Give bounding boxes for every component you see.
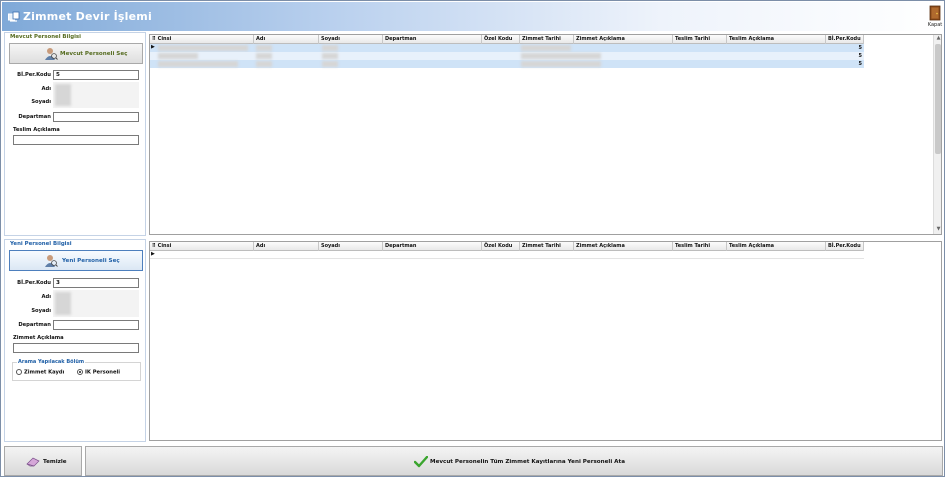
new-personnel-title: Yeni Personel Bilgisi: [10, 241, 72, 247]
column-header[interactable]: ⠿ Cinsi: [150, 242, 254, 251]
new-row[interactable]: ▶: [150, 251, 864, 259]
scroll-up-icon[interactable]: ▲: [934, 35, 941, 43]
vertical-scrollbar[interactable]: ▲ ▼: [933, 35, 941, 234]
column-header[interactable]: Zimmet Açıklama: [574, 242, 673, 251]
current-code-label: Bİ.Per.Kodu: [17, 72, 51, 78]
column-header[interactable]: Adı: [254, 242, 319, 251]
column-header[interactable]: Teslim Tarihi: [673, 35, 727, 44]
scroll-thumb[interactable]: [935, 44, 941, 154]
new-note-input[interactable]: [13, 343, 139, 353]
current-surname-label: Soyadı: [31, 99, 51, 105]
current-note-input[interactable]: [13, 135, 139, 145]
search-section-title: Arama Yapılacak Bölüm: [17, 359, 86, 365]
checkmark-icon: [414, 456, 428, 468]
new-department-input[interactable]: [53, 320, 139, 330]
door-exit-icon: [929, 5, 941, 21]
grid-header: ⠿ Cinsi Adı Soyadı Departman Özel Kodu Z…: [150, 242, 864, 251]
new-code-label: Bİ.Per.Kodu: [17, 280, 51, 286]
current-name-surname-redacted: [53, 82, 139, 108]
close-button[interactable]: Kapat: [926, 5, 944, 29]
select-new-personnel-label: Yeni Personeli Seç: [62, 258, 120, 264]
clear-label: Temizle: [43, 459, 67, 465]
scroll-down-icon[interactable]: ▼: [934, 226, 941, 234]
transfer-icon: [8, 11, 20, 22]
bottom-toolbar: Temizle Mevcut Personelin Tüm Zimmet Kay…: [2, 444, 944, 476]
column-header[interactable]: ⠿ Cinsi: [150, 35, 254, 44]
column-header[interactable]: Zimmet Tarihi: [520, 242, 574, 251]
current-department-label: Departman: [18, 114, 51, 120]
title-bar: Zimmet Devir İşlemi Kapat: [2, 2, 943, 31]
main-window: Zimmet Devir İşlemi Kapat Mevcut Persone…: [0, 0, 945, 477]
column-header[interactable]: Zimmet Açıklama: [574, 35, 673, 44]
column-header[interactable]: Bİ.Per.Kodu: [826, 35, 864, 44]
row-indicator-icon: ▶: [151, 44, 155, 50]
row-indicator-icon: ▶: [151, 251, 155, 257]
assign-label: Mevcut Personelin Tüm Zimmet Kayıtlarına…: [430, 459, 625, 465]
column-header[interactable]: Departman: [383, 242, 482, 251]
column-header[interactable]: Teslim Tarihi: [673, 242, 727, 251]
table-row[interactable]: 5: [150, 60, 864, 68]
current-code-input[interactable]: 5: [53, 70, 139, 80]
radio-off-icon: [16, 369, 22, 375]
current-department-input[interactable]: [53, 112, 139, 122]
new-personnel-panel: Yeni Personel Bilgisi Yeni Personeli Seç…: [4, 239, 146, 442]
row-code: 5: [858, 53, 862, 59]
radio-on-icon: [77, 369, 83, 375]
select-current-personnel-label: Mevcut Personeli Seç: [60, 51, 128, 57]
column-header[interactable]: Özel Kodu: [482, 242, 520, 251]
column-header[interactable]: Teslim Açıklama: [727, 35, 826, 44]
eraser-icon: [26, 457, 40, 467]
column-header[interactable]: Özel Kodu: [482, 35, 520, 44]
select-new-personnel-button[interactable]: Yeni Personeli Seç: [9, 250, 143, 271]
column-header[interactable]: Bİ.Per.Kodu: [826, 242, 864, 251]
new-assets-grid: ⠿ Cinsi Adı Soyadı Departman Özel Kodu Z…: [149, 241, 942, 441]
new-name-surname-redacted: [53, 290, 139, 317]
assign-all-to-new-personnel-button[interactable]: Mevcut Personelin Tüm Zimmet Kayıtlarına…: [85, 446, 943, 476]
window-title: Zimmet Devir İşlemi: [23, 10, 152, 23]
person-icon: [45, 255, 58, 267]
radio-hr-personnel[interactable]: IK Personeli: [77, 369, 120, 377]
column-header[interactable]: Adı: [254, 35, 319, 44]
current-note-label: Teslim Açıklama: [13, 127, 60, 133]
new-note-label: Zimmet Açıklama: [13, 335, 64, 341]
table-row[interactable]: ▶ 5: [150, 44, 864, 52]
new-code-input[interactable]: 3: [53, 278, 139, 288]
select-current-personnel-button[interactable]: Mevcut Personeli Seç: [9, 43, 143, 64]
column-header[interactable]: Soyadı: [319, 35, 383, 44]
grid-header: ⠿ Cinsi Adı Soyadı Departman Özel Kodu Z…: [150, 35, 864, 44]
table-row[interactable]: 5: [150, 52, 864, 60]
radio-zimmet-record[interactable]: Zimmet Kaydı: [16, 369, 64, 377]
row-code: 5: [858, 45, 862, 51]
person-icon: [45, 48, 58, 60]
column-header[interactable]: Departman: [383, 35, 482, 44]
new-surname-label: Soyadı: [31, 308, 51, 314]
new-name-label: Adı: [41, 294, 51, 300]
current-name-label: Adı: [41, 86, 51, 92]
search-section-group: Arama Yapılacak Bölüm Zimmet Kaydı IK Pe…: [12, 359, 141, 381]
current-personnel-title: Mevcut Personel Bilgisi: [10, 34, 81, 40]
clear-button[interactable]: Temizle: [4, 446, 82, 476]
column-header[interactable]: Soyadı: [319, 242, 383, 251]
row-code: 5: [858, 61, 862, 67]
close-label: Kapat: [927, 22, 943, 28]
current-assets-grid: ⠿ Cinsi Adı Soyadı Departman Özel Kodu Z…: [149, 34, 942, 235]
current-personnel-panel: Mevcut Personel Bilgisi Mevcut Personeli…: [4, 32, 146, 236]
new-department-label: Departman: [18, 322, 51, 328]
column-header[interactable]: Zimmet Tarihi: [520, 35, 574, 44]
column-header[interactable]: Teslim Açıklama: [727, 242, 826, 251]
